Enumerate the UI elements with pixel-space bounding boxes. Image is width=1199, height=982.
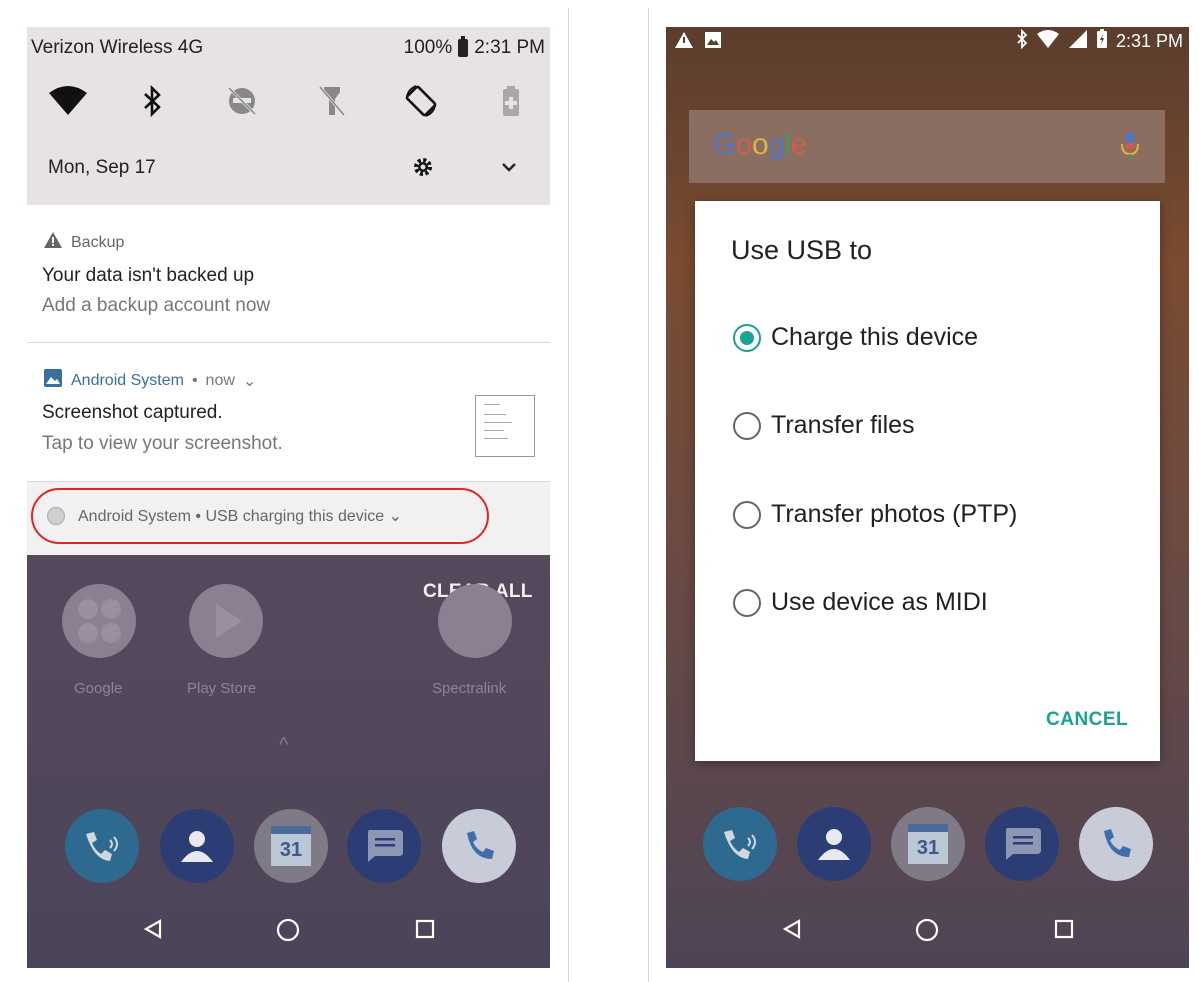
android-system-icon [47, 507, 65, 525]
app-drawer-caret-icon[interactable]: ^ [279, 734, 288, 757]
notification-time: now [205, 371, 235, 389]
screenshot-thumbnail[interactable] [475, 395, 535, 457]
status-left [674, 31, 722, 54]
warning-icon [674, 31, 694, 54]
frame-divider-left [568, 8, 569, 982]
notification-title: Screenshot captured. [42, 402, 223, 423]
gear-icon[interactable] [411, 155, 435, 184]
frame-divider-right [648, 8, 649, 982]
messages-app-icon[interactable] [347, 809, 421, 883]
status-right: 100% 2:31 PM [403, 36, 545, 59]
wifi-icon [1036, 29, 1060, 54]
dialog-title: Use USB to [731, 235, 873, 265]
notification-title: Your data isn't backed up [42, 265, 255, 286]
chevron-down-icon[interactable]: ⌄ [243, 371, 256, 391]
status-time: 2:31 PM [474, 37, 545, 58]
chevron-down-icon[interactable] [499, 155, 519, 184]
use-usb-dialog: Use USB to Charge this device Transfer f… [695, 201, 1160, 761]
home-icon[interactable] [276, 918, 300, 948]
option-transfer-photos[interactable]: Transfer photos (PTP) [733, 500, 1017, 529]
notification-header: Backup [43, 231, 124, 254]
date-row: Mon, Sep 17 [27, 153, 550, 185]
status-bar: Verizon Wireless 4G 100% 2:31 PM [27, 33, 550, 63]
recents-icon[interactable] [1053, 918, 1075, 946]
dnd-off-icon[interactable] [220, 79, 264, 123]
usb-charging-notification[interactable]: Android System • USB charging this devic… [27, 481, 550, 555]
option-label: Charge this device [771, 323, 979, 351]
contacts-app-icon[interactable] [797, 807, 871, 881]
date-label: Mon, Sep 17 [48, 157, 156, 178]
radio-unselected[interactable] [733, 500, 761, 529]
spectralink-folder-icon[interactable] [438, 584, 512, 658]
google-search-bar[interactable]: Google [689, 110, 1165, 183]
ptt-app-icon[interactable] [65, 809, 139, 883]
wifi-icon[interactable] [46, 79, 90, 123]
status-bar: 2:31 PM [666, 27, 1189, 55]
notification-text: Tap to view your screenshot. [42, 433, 283, 454]
notification-app: Backup [71, 233, 125, 251]
image-icon [704, 31, 722, 54]
battery-icon [458, 36, 469, 57]
option-label: Transfer photos (PTP) [771, 500, 1018, 528]
backup-notification[interactable]: Backup Your data isn't backed up Add a b… [27, 205, 550, 342]
battery-saver-icon[interactable] [489, 79, 533, 123]
ptt-app-icon[interactable] [703, 807, 777, 881]
option-charge-device[interactable]: Charge this device [733, 323, 978, 352]
app-label-spectralink: Spectralink [432, 680, 507, 697]
calendar-app-icon[interactable]: 31 [254, 809, 328, 883]
flashlight-off-icon[interactable] [310, 79, 354, 123]
auto-rotate-icon[interactable] [399, 79, 443, 123]
recents-icon[interactable] [414, 918, 436, 946]
quick-settings-row [27, 79, 550, 121]
battery-icon [1096, 29, 1108, 54]
option-label: Transfer files [771, 411, 915, 439]
back-icon[interactable] [142, 918, 164, 946]
microphone-icon[interactable] [1119, 130, 1141, 167]
app-label-play-store: Play Store [187, 680, 257, 697]
carrier-name: Verizon Wireless 4G [31, 37, 204, 58]
image-icon [43, 368, 63, 393]
home-icon[interactable] [915, 918, 939, 948]
status-time: 2:31 PM [1115, 31, 1183, 51]
cancel-button[interactable]: CANCEL [1046, 709, 1128, 731]
option-transfer-files[interactable]: Transfer files [733, 411, 915, 440]
notification-header: Android System • now ⌄ [43, 368, 256, 393]
usb-notification-text: Android System • USB charging this devic… [78, 508, 403, 525]
messages-app-icon[interactable] [985, 807, 1059, 881]
option-midi[interactable]: Use device as MIDI [733, 588, 988, 617]
right-phone-screen: 2:31 PM Google Use USB to Charge this de… [666, 27, 1189, 968]
warning-icon [43, 231, 63, 254]
play-store-icon[interactable] [189, 584, 263, 658]
app-label-google: Google [74, 680, 123, 697]
bluetooth-icon [1016, 28, 1028, 54]
navigation-bar [27, 908, 550, 968]
quick-settings-panel: Verizon Wireless 4G 100% 2:31 PM Mon, Se… [27, 27, 550, 205]
bluetooth-icon[interactable] [131, 79, 175, 123]
navigation-bar [666, 908, 1189, 968]
radio-unselected[interactable] [733, 411, 761, 440]
home-screen: CLEAR ALL Google Play Store Spectralink … [27, 554, 550, 968]
back-icon[interactable] [781, 918, 803, 946]
option-label: Use device as MIDI [771, 588, 988, 616]
radio-unselected[interactable] [733, 588, 761, 617]
signal-icon [1068, 29, 1088, 54]
notification-text: Add a backup account now [42, 295, 271, 316]
radio-selected[interactable] [733, 323, 761, 352]
status-right: 2:31 PM [1016, 28, 1183, 54]
calendar-app-icon[interactable]: 31 [891, 807, 965, 881]
screenshot-notification[interactable]: Android System • now ⌄ Screenshot captur… [27, 342, 550, 482]
battery-percent: 100% [403, 37, 453, 58]
google-logo: Google [713, 128, 807, 161]
calendar-day: 31 [908, 824, 948, 864]
phone-app-icon[interactable] [1079, 807, 1153, 881]
notification-app: Android System [71, 371, 184, 389]
calendar-day: 31 [271, 826, 311, 866]
left-phone-screen: Verizon Wireless 4G 100% 2:31 PM Mon, Se… [27, 27, 550, 968]
contacts-app-icon[interactable] [160, 809, 234, 883]
google-folder-icon[interactable] [62, 584, 136, 658]
phone-app-icon[interactable] [442, 809, 516, 883]
